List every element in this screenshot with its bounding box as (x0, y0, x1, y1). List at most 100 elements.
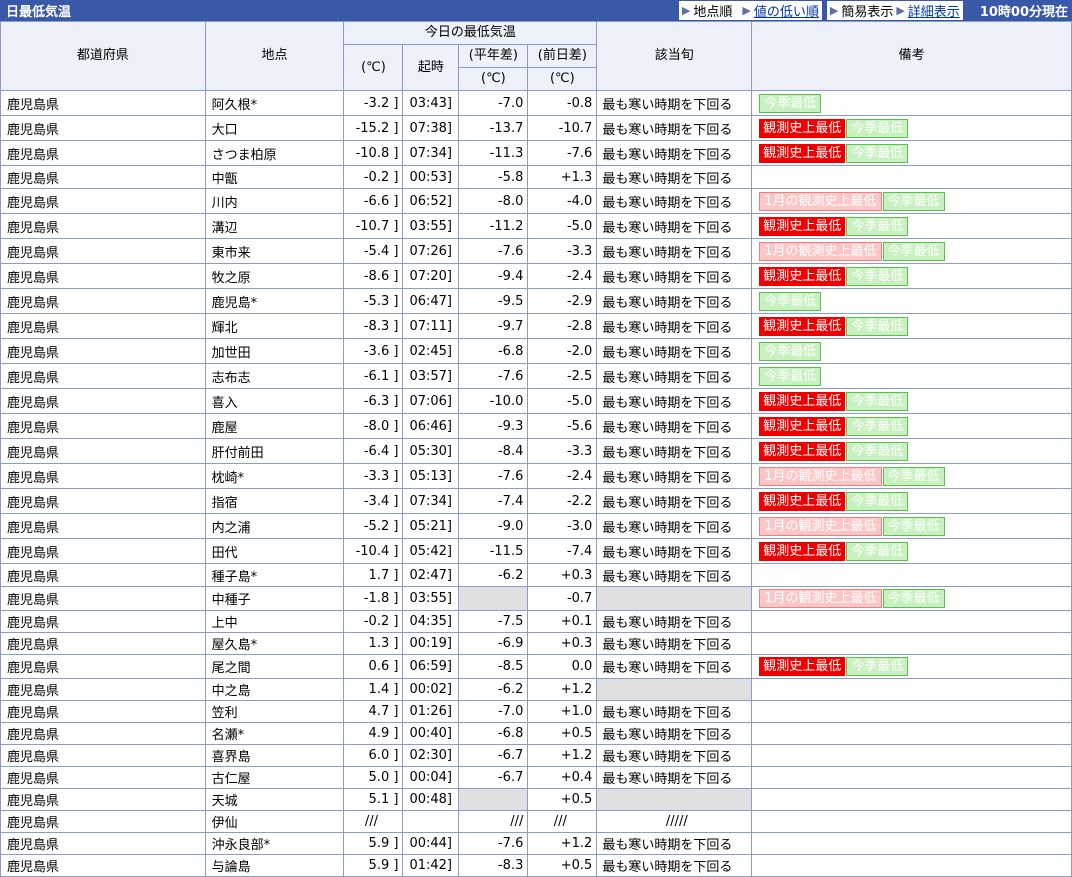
table-row: 鹿児島県 枕崎* -3.3 ] 05:13] -7.6 -2.4 最も寒い時期を下回る 1月の… (0, 463, 1072, 489)
cell-pref: 鹿児島県 (0, 338, 206, 364)
cell-normal-diff: -13.7 (458, 115, 529, 141)
display-mode-toggle[interactable]: ▶ 簡易表示 ▶ 詳細表示 (826, 1, 963, 20)
cell-time: 03:55] (402, 213, 460, 239)
table-row: 鹿児島県 田代 -10.4 ] 05:42] -11.5 -7.4 最も寒い時期を下回る 観測… (0, 538, 1072, 564)
cell-pref: 鹿児島県 (0, 388, 206, 414)
cell-time: 07:20] (402, 263, 460, 289)
cell-point: 伊仙 (204, 810, 345, 833)
cell-point: 志布志 (204, 363, 345, 389)
cell-temp: -3.6 ] (343, 338, 404, 364)
cell-temp: -3.2 ] (343, 90, 404, 116)
cell-time: 07:38] (402, 115, 460, 141)
cell-normal-diff: -7.5 (458, 610, 529, 633)
low-value-order-link[interactable]: 値の低い順 (754, 1, 819, 20)
cell-temp: -5.2 ] (343, 513, 404, 539)
table-row: 鹿児島県 天城 5.1 ] 00:48] +0.5 (0, 788, 1072, 811)
cell-temp: -5.4 ] (343, 238, 404, 264)
cell-point: 天城 (204, 788, 345, 811)
cell-point: 枕崎* (204, 463, 345, 489)
cell-point: 指宿 (204, 488, 345, 514)
cell-class: 最も寒い時期を下回る (596, 388, 753, 414)
cell-pref: 鹿児島県 (0, 722, 206, 745)
detail-view-link[interactable]: 詳細表示 (908, 1, 960, 20)
cell-temp: 5.9 ] (343, 832, 404, 855)
cell-prev-diff: -5.0 (527, 388, 598, 414)
cell-prev-diff: -3.3 (527, 438, 598, 464)
cell-point: 上中 (204, 610, 345, 633)
cell-temp: 4.7 ] (343, 700, 404, 723)
season-low-badge: 今季最低 (846, 541, 909, 561)
season-low-badge: 今季最低 (759, 291, 822, 311)
cell-class (596, 678, 753, 701)
cell-point: 種子島* (204, 563, 345, 587)
cell-point: さつま柏原 (204, 140, 345, 166)
cell-temp: -10.7 ] (343, 213, 404, 239)
cell-time: 00:44] (402, 832, 460, 855)
cell-point: 溝辺 (204, 213, 345, 239)
cell-prev-diff: -4.0 (527, 188, 598, 214)
table-row: 鹿児島県 内之浦 -5.2 ] 05:21] -9.0 -3.0 最も寒い時期を下回る 1月の… (0, 513, 1072, 539)
min-temp-table: 都道府県 地点 今日の最低気温 該当旬 備考 (℃) 起時 (平年差) (前日差… (0, 21, 1072, 877)
cell-normal-diff: -7.0 (458, 700, 529, 723)
cell-normal-diff: -7.6 (458, 238, 529, 264)
cell-normal-diff: -7.0 (458, 90, 529, 116)
cell-class: 最も寒い時期を下回る (596, 188, 753, 214)
season-low-badge: 今季最低 (846, 118, 909, 138)
cell-class: 最も寒い時期を下回る (596, 610, 753, 633)
monthly-record-low-badge: 1月の観測史上最低 (759, 516, 882, 536)
cell-temp: 5.9 ] (343, 854, 404, 877)
cell-time: 00:02] (402, 678, 460, 701)
cell-remarks (751, 744, 1072, 767)
cell-pref: 鹿児島県 (0, 140, 206, 166)
cell-prev-diff: +0.5 (527, 788, 598, 811)
cell-pref: 鹿児島県 (0, 488, 206, 514)
cell-point: 加世田 (204, 338, 345, 364)
cell-class: 最も寒い時期を下回る (596, 165, 753, 189)
cell-temp: -3.4 ] (343, 488, 404, 514)
cell-pref: 鹿児島県 (0, 632, 206, 655)
table-row: 鹿児島県 さつま柏原 -10.8 ] 07:34] -11.3 -7.6 最も寒い時期を下回… (0, 140, 1072, 166)
cell-temp: 0.6 ] (343, 654, 404, 679)
cell-time: 01:26] (402, 700, 460, 723)
cell-prev-diff: -3.3 (527, 238, 598, 264)
cell-point: 鹿屋 (204, 413, 345, 439)
cell-remarks: 観測史上最低 今季最低 (751, 213, 1072, 239)
cell-temp: -10.8 ] (343, 140, 404, 166)
cell-point: 屋久島* (204, 632, 345, 655)
col-header-prev-unit: (℃) (527, 67, 598, 91)
cell-point: 牧之原 (204, 263, 345, 289)
col-header-temp: (℃) (343, 44, 404, 91)
cell-temp: -6.3 ] (343, 388, 404, 414)
table-row: 鹿児島県 輝北 -8.3 ] 07:11] -9.7 -2.8 最も寒い時期を下回る 観測史上… (0, 313, 1072, 339)
cell-prev-diff: -7.4 (527, 538, 598, 564)
cell-point: 名瀬* (204, 722, 345, 745)
cell-remarks: 今季最低 (751, 338, 1072, 364)
table-row: 鹿児島県 種子島* 1.7 ] 02:47] -6.2 +0.3 最も寒い時期を下回る (0, 563, 1072, 587)
cell-prev-diff: +1.2 (527, 832, 598, 855)
cell-class: 最も寒い時期を下回る (596, 238, 753, 264)
cell-time: 07:11] (402, 313, 460, 339)
cell-prev-diff: +0.5 (527, 722, 598, 745)
cell-point: 中種子 (204, 586, 345, 611)
table-row: 鹿児島県 中之島 1.4 ] 00:02] -6.2 +1.2 (0, 678, 1072, 701)
triangle-right-icon: ▶ (742, 4, 751, 17)
cell-time: 06:46] (402, 413, 460, 439)
cell-remarks (751, 722, 1072, 745)
cell-time: 02:45] (402, 338, 460, 364)
cell-temp: /// (343, 810, 404, 833)
cell-point: 古仁屋 (204, 766, 345, 789)
table-row: 鹿児島県 志布志 -6.1 ] 03:57] -7.6 -2.5 最も寒い時期を下回る 今季最… (0, 363, 1072, 389)
cell-pref: 鹿児島県 (0, 363, 206, 389)
location-order-button[interactable]: ▶ 地点順 ▶ 値の低い順 (678, 1, 822, 20)
cell-prev-diff: -5.6 (527, 413, 598, 439)
cell-normal-diff: -7.6 (458, 463, 529, 489)
cell-remarks (751, 678, 1072, 701)
season-low-badge: 今季最低 (882, 466, 945, 486)
cell-pref: 鹿児島県 (0, 188, 206, 214)
cell-pref: 鹿児島県 (0, 563, 206, 587)
cell-point: 笠利 (204, 700, 345, 723)
cell-remarks: 観測史上最低 今季最低 (751, 263, 1072, 289)
col-header-pref: 都道府県 (0, 21, 206, 91)
cell-temp: 5.1 ] (343, 788, 404, 811)
cell-time: 07:34] (402, 488, 460, 514)
